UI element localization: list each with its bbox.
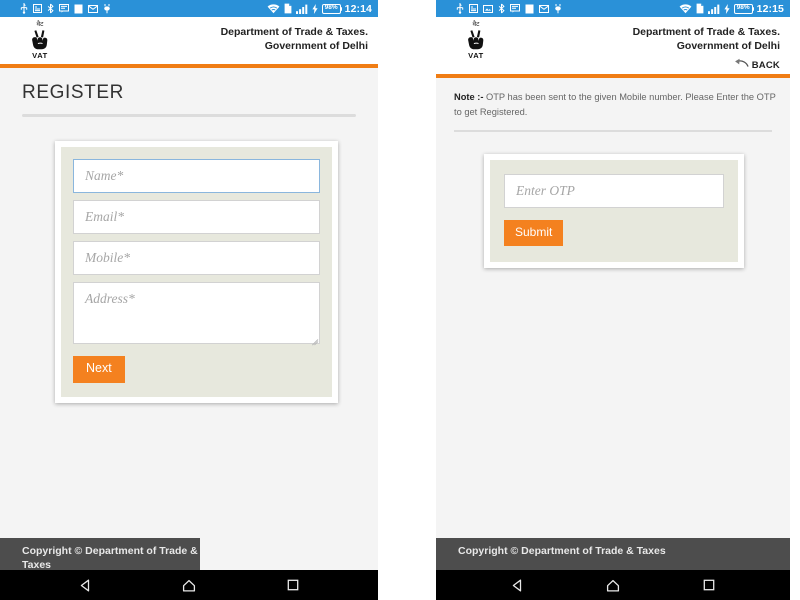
back-arrow-icon	[734, 56, 749, 74]
otp-form-card: Submit	[484, 154, 744, 269]
otp-note: Note :- OTP has been sent to the given M…	[454, 90, 776, 119]
government-name: Government of Delhi	[676, 40, 780, 53]
charging-bolt-icon	[724, 3, 730, 14]
address-field[interactable]	[73, 282, 320, 344]
battery-indicator: 98%	[321, 3, 343, 14]
bluetooth-icon	[47, 3, 54, 14]
note-text: OTP has been sent to the given Mobile nu…	[454, 92, 776, 117]
logo-hindi-text: वैट	[472, 20, 480, 28]
logo-hindi-text: वैट	[36, 20, 44, 28]
sim-card-icon	[696, 3, 704, 14]
signal-bars-icon	[295, 4, 308, 14]
status-bar-clock: 12:15	[756, 2, 784, 15]
status-bar-clock: 12:14	[344, 2, 372, 15]
screenshot-icon	[483, 4, 493, 13]
vat-logo: वैट VAT	[446, 20, 492, 61]
note-label: Note :-	[454, 92, 484, 103]
page-title: REGISTER	[22, 82, 124, 103]
app-icon	[74, 4, 83, 14]
status-bar-system-icons: 98% 12:14	[267, 3, 372, 15]
mobile-field[interactable]	[73, 241, 320, 275]
android-navigation-bar	[0, 570, 378, 600]
nav-home-icon[interactable]	[181, 578, 197, 593]
submit-button[interactable]: Submit	[504, 220, 564, 247]
usb-debug-icon	[103, 3, 111, 14]
nav-recents-icon[interactable]	[702, 578, 716, 592]
signal-bars-icon	[707, 4, 720, 14]
bluetooth-icon	[498, 3, 505, 14]
screenshot-stage: 98% 12:14 वैट VAT Department of Trade & …	[0, 0, 800, 600]
department-name: Department of Trade & Taxes.	[220, 26, 368, 38]
battery-level-label: 98%	[736, 4, 750, 12]
otp-field[interactable]	[504, 174, 724, 209]
next-button[interactable]: Next	[73, 356, 125, 383]
back-link[interactable]: BACK	[633, 56, 780, 74]
sms-icon	[59, 4, 69, 13]
logo-vat-label: VAT	[32, 51, 48, 61]
nav-home-icon[interactable]	[605, 578, 621, 593]
department-title: Department of Trade & Taxes. Government …	[633, 21, 780, 74]
government-name: Government of Delhi	[264, 40, 368, 53]
page-content-register: REGISTER Next	[0, 68, 378, 538]
wifi-icon	[679, 3, 692, 14]
sd-card-icon	[33, 4, 42, 13]
status-bar-system-icons: 98% 12:15	[679, 3, 784, 15]
usb-debug-icon	[554, 3, 562, 14]
phone-screen-otp: 98% 12:15 वैट VAT Department of Trade & …	[436, 0, 790, 600]
status-bar: 98% 12:15	[436, 0, 790, 17]
footer-copyright: Copyright © Department of Trade & Taxes	[0, 538, 200, 571]
vat-logo: वैट VAT	[10, 20, 56, 61]
wifi-icon	[267, 3, 280, 14]
email-icon	[88, 4, 98, 13]
logo-vat-label: VAT	[468, 51, 484, 61]
department-title: Department of Trade & Taxes. Government …	[221, 21, 368, 53]
status-bar: 98% 12:14	[0, 0, 378, 17]
title-divider	[22, 114, 356, 117]
email-field[interactable]	[73, 200, 320, 234]
sim-card-icon	[284, 3, 292, 14]
note-divider	[454, 130, 772, 133]
hand-victory-icon	[467, 29, 486, 50]
nav-back-icon[interactable]	[510, 578, 525, 593]
name-field[interactable]	[73, 159, 320, 193]
status-bar-notification-icons	[442, 3, 679, 14]
email-icon	[539, 4, 549, 13]
android-navigation-bar	[436, 570, 790, 600]
app-header: वैट VAT Department of Trade & Taxes. Gov…	[0, 17, 378, 64]
nav-back-icon[interactable]	[78, 578, 93, 593]
charging-bolt-icon	[312, 3, 318, 14]
app-header: वैट VAT Department of Trade & Taxes. Gov…	[436, 17, 790, 75]
phone-screen-register: 98% 12:14 वैट VAT Department of Trade & …	[0, 0, 378, 600]
department-name: Department of Trade & Taxes.	[632, 26, 780, 38]
address-field-wrapper	[73, 282, 320, 346]
back-link-label: BACK	[751, 59, 780, 71]
page-content-otp: Note :- OTP has been sent to the given M…	[436, 78, 790, 538]
hand-victory-icon	[31, 29, 50, 50]
footer-copyright: Copyright © Department of Trade & Taxes	[436, 538, 790, 570]
nav-recents-icon[interactable]	[286, 578, 300, 592]
sms-icon	[510, 4, 520, 13]
app-icon	[525, 4, 534, 14]
register-form-card: Next	[55, 141, 338, 403]
battery-level-label: 98%	[324, 4, 338, 12]
battery-indicator: 98%	[733, 3, 755, 14]
usb-icon	[20, 3, 28, 14]
sd-card-icon	[469, 4, 478, 13]
status-bar-notification-icons	[6, 3, 267, 14]
usb-icon	[456, 3, 464, 14]
